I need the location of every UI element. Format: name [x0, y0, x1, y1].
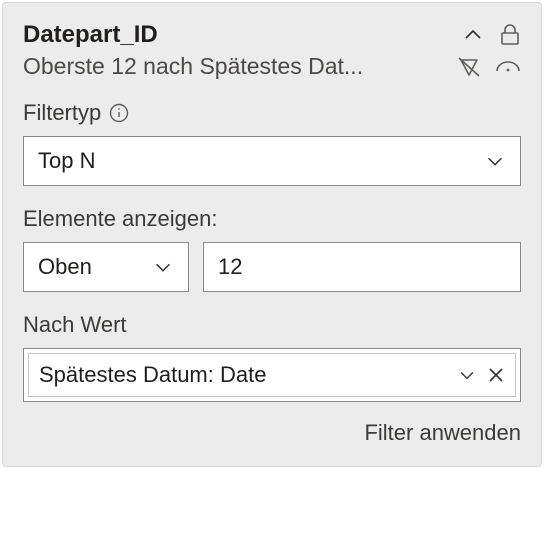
chip-chevron-icon[interactable] [457, 365, 477, 385]
subheader-row: Oberste 12 nach Spätestes Dat... [23, 53, 521, 80]
filtertype-section: Filtertyp Top N [23, 100, 521, 186]
apply-row: Filter anwenden [23, 420, 521, 446]
byvalue-chip: Spätestes Datum: Date [28, 353, 516, 397]
card-subtitle: Oberste 12 nach Spätestes Dat... [23, 53, 363, 80]
chip-remove-icon[interactable] [487, 366, 505, 384]
byvalue-chip-text: Spätestes Datum: Date [39, 362, 447, 388]
chevron-down-icon [152, 256, 174, 278]
filter-card: Datepart_ID Oberste 12 nach Spätestes Da… [2, 2, 542, 467]
direction-value: Oben [38, 254, 92, 280]
collapse-icon[interactable] [461, 23, 485, 47]
clear-filter-icon[interactable] [457, 55, 481, 79]
byvalue-section: Nach Wert Spätestes Datum: Date [23, 312, 521, 402]
card-title: Datepart_ID [23, 21, 158, 49]
lock-icon[interactable] [499, 23, 521, 47]
visibility-icon[interactable] [495, 55, 521, 79]
direction-select[interactable]: Oben [23, 242, 189, 292]
filtertype-value: Top N [38, 148, 95, 174]
byvalue-label-row: Nach Wert [23, 312, 521, 338]
byvalue-label: Nach Wert [23, 312, 127, 338]
header-icons [461, 23, 521, 47]
showitems-row: Oben [23, 242, 521, 292]
filtertype-label-row: Filtertyp [23, 100, 521, 126]
filtertype-label: Filtertyp [23, 100, 101, 126]
filtertype-select[interactable]: Top N [23, 136, 521, 186]
apply-filter-button[interactable]: Filter anwenden [364, 420, 521, 446]
showitems-section: Elemente anzeigen: Oben [23, 206, 521, 292]
subheader-icons [457, 55, 521, 79]
chip-icons [457, 365, 505, 385]
byvalue-field[interactable]: Spätestes Datum: Date [23, 348, 521, 402]
count-input[interactable] [203, 242, 521, 292]
showitems-label: Elemente anzeigen: [23, 206, 217, 232]
header-row: Datepart_ID [23, 21, 521, 49]
showitems-label-row: Elemente anzeigen: [23, 206, 521, 232]
chevron-down-icon [484, 150, 506, 172]
info-icon[interactable] [109, 103, 129, 123]
